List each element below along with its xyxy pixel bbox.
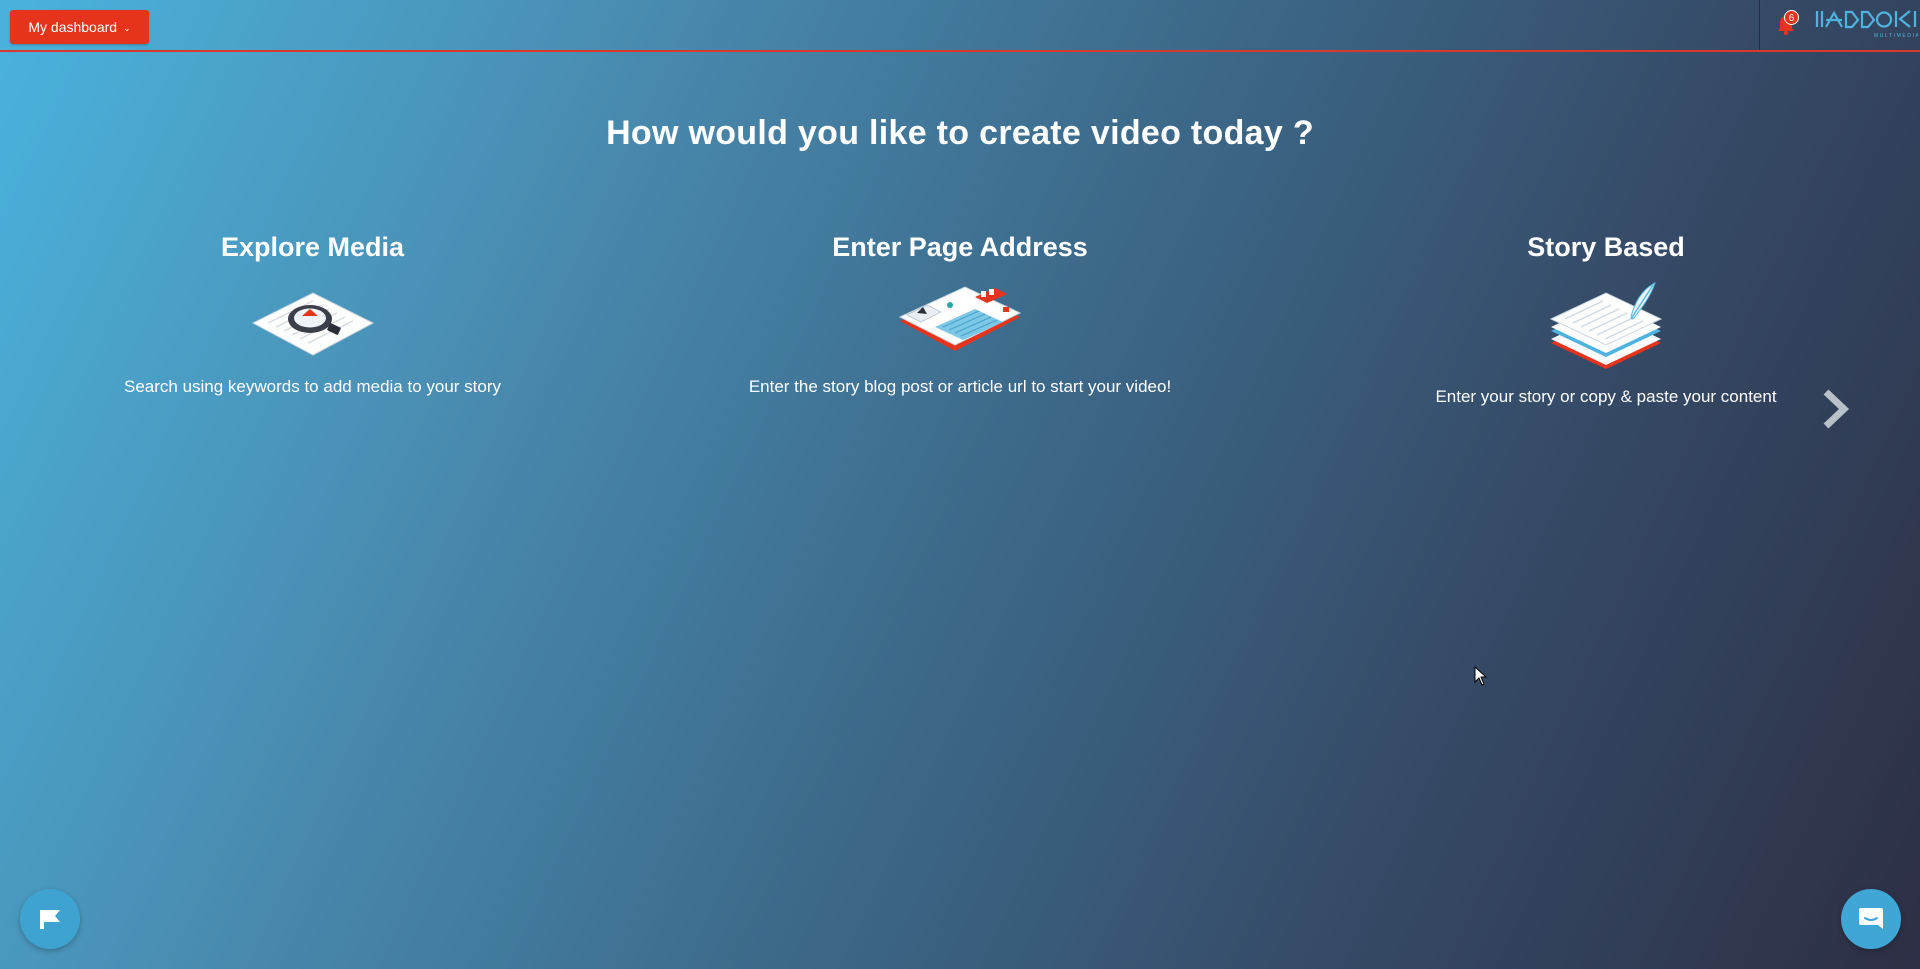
option-description: Search using keywords to add media to yo…: [123, 377, 502, 396]
flag-icon: [40, 910, 60, 929]
stacked-pages-quill-icon: [1549, 282, 1663, 369]
chat-icon: [1859, 908, 1883, 929]
webpage-icon: [898, 286, 1022, 351]
notification-badge: 6: [1784, 10, 1799, 25]
option-explore-media[interactable]: Explore Media Search using keywords to a…: [112, 232, 513, 397]
option-title: Explore Media: [220, 232, 405, 262]
magnifier-document-icon: [251, 292, 374, 356]
option-description: Enter the story blog post or article url…: [748, 377, 1172, 396]
option-enter-page-address[interactable]: Enter Page Address Enter the story blog …: [740, 232, 1180, 397]
chat-widget-button[interactable]: [1841, 889, 1901, 949]
maddok-logo: MULTIMEDIAS™: [1815, 10, 1918, 39]
option-story-based[interactable]: Story Based Enter your story or copy & p…: [1410, 232, 1802, 407]
mouse-cursor-icon: [1474, 666, 1488, 686]
my-dashboard-button[interactable]: My dashboard ⌄: [10, 10, 149, 44]
page-headline: How would you like to create video today…: [606, 114, 1314, 152]
option-description: Enter your story or copy & paste your co…: [1435, 387, 1777, 406]
svg-text:MULTIMEDIAS™: MULTIMEDIAS™: [1874, 33, 1918, 39]
my-dashboard-label: My dashboard: [28, 19, 118, 35]
chevron-right-icon[interactable]: [1820, 388, 1850, 430]
chevron-down-icon: ⌄: [123, 22, 131, 33]
top-bar: My dashboard ⌄ 6 MULTIMEDIAS™: [0, 0, 1920, 52]
flag-widget-button[interactable]: [20, 889, 80, 949]
header-right-area: 6 MULTIMEDIAS™: [1759, 0, 1920, 50]
option-title: Enter Page Address: [832, 232, 1088, 262]
option-title: Story Based: [1527, 232, 1685, 262]
